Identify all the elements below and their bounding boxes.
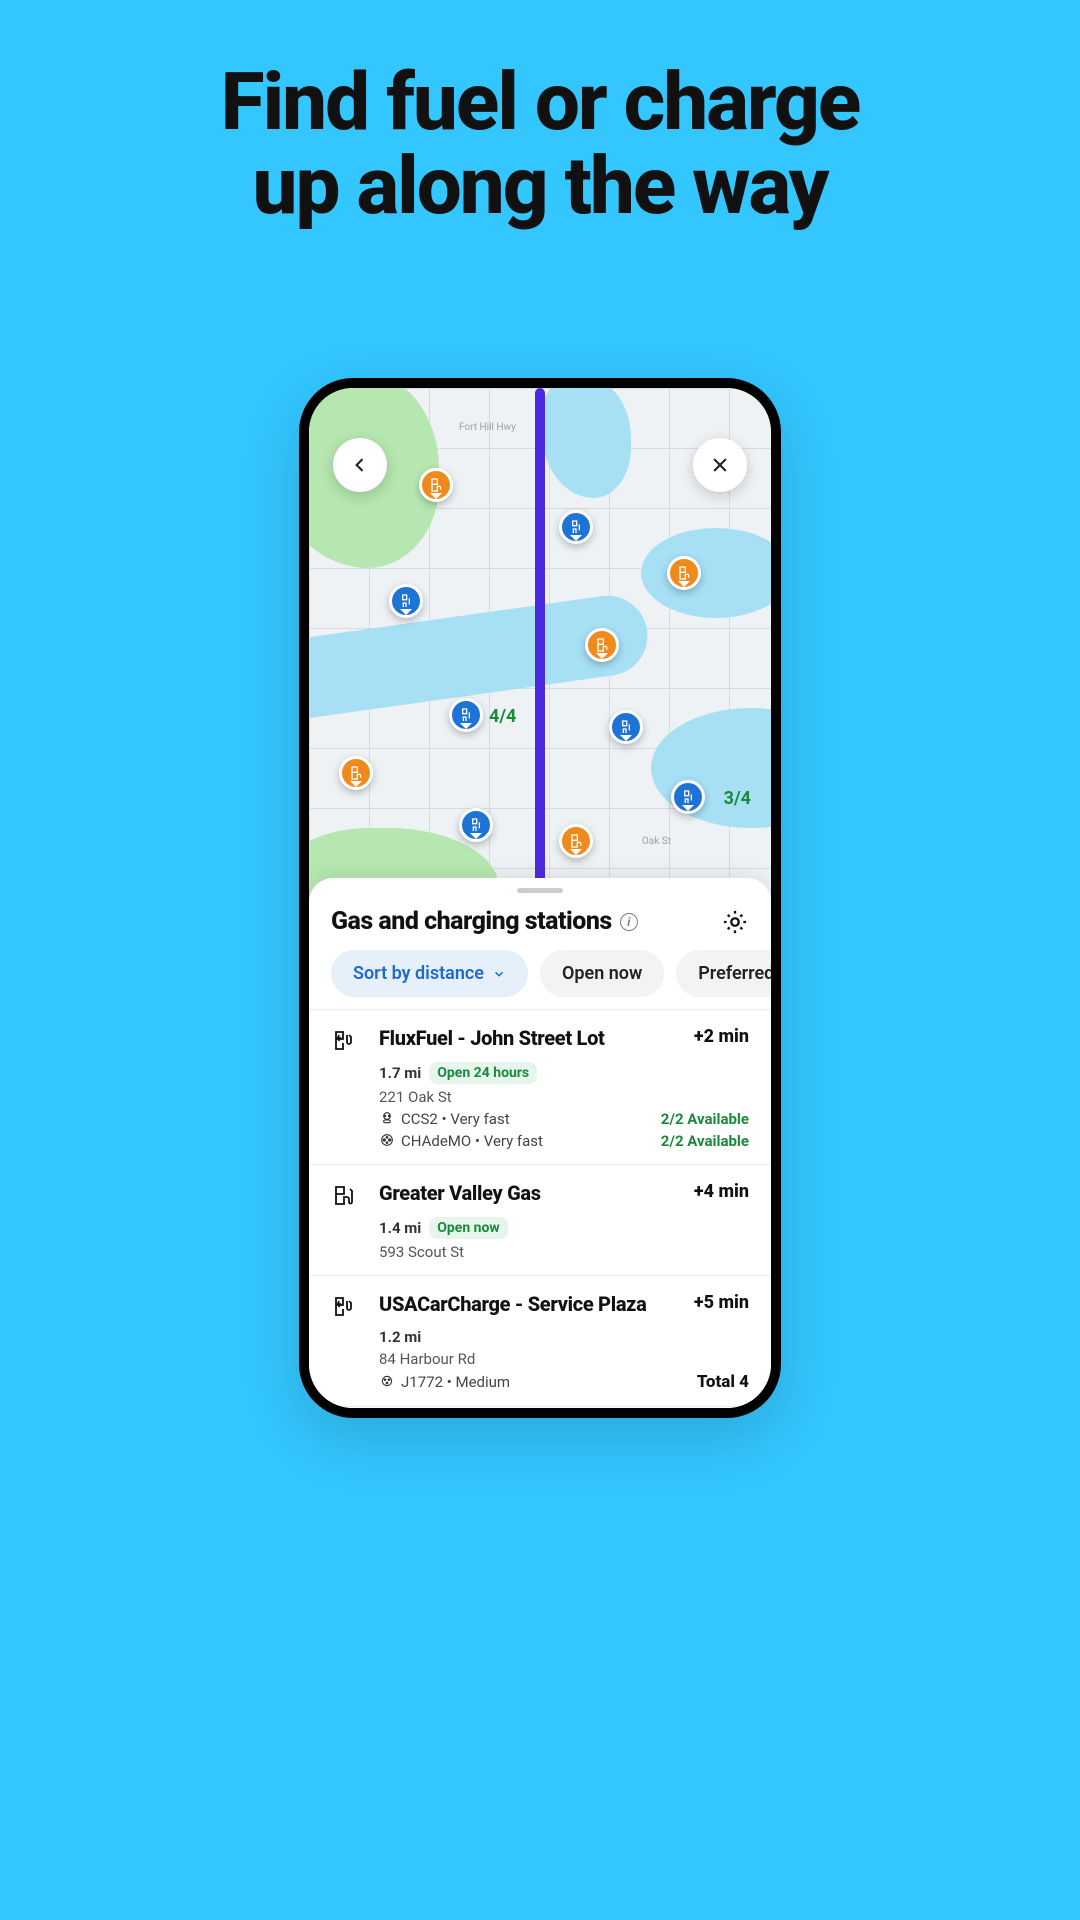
sheet-title: Gas and charging stations (331, 907, 612, 936)
charger-icon (618, 719, 634, 735)
sheet-grabber[interactable] (517, 888, 563, 893)
ev-charger-icon (331, 1026, 375, 1056)
close-icon (710, 455, 730, 475)
app-screen: Fort Hill Hwy Oak St 4/4 3/4 (309, 388, 771, 1408)
distance: 1.7 mi (379, 1064, 421, 1082)
preferred-brands-chip[interactable]: Preferred brands (676, 950, 771, 997)
station-item[interactable]: USACarCharge - Service Plaza +5 min 1.2 … (309, 1276, 771, 1407)
fuel-icon (568, 833, 584, 849)
open-now-chip[interactable]: Open now (540, 950, 664, 997)
map-pin-ev[interactable] (389, 584, 423, 618)
connector-row: CHAdeMO • Very fast 2/2 Available (379, 1132, 749, 1150)
promo-line-2: up along the way (252, 139, 827, 233)
open-hours-badge: Open now (429, 1217, 507, 1239)
chademo-icon (379, 1132, 395, 1148)
connector-row: CCS2 • Very fast 2/2 Available (379, 1110, 749, 1128)
sort-chip[interactable]: Sort by distance (331, 950, 528, 997)
settings-button[interactable] (721, 908, 749, 936)
ev-charger-icon (331, 1292, 375, 1322)
map-pin-gas[interactable] (559, 824, 593, 858)
distance: 1.2 mi (379, 1328, 421, 1346)
charger-icon (398, 593, 414, 609)
close-button[interactable] (693, 438, 747, 492)
address: 221 Oak St (379, 1088, 690, 1106)
map-water (651, 708, 771, 828)
route-line (535, 388, 545, 928)
sheet-header: Gas and charging stations i (309, 901, 771, 950)
promo-line-1: Find fuel or charge (221, 55, 859, 149)
promo-headline: Find fuel or charge up along the way (221, 60, 859, 228)
map-pin-gas[interactable] (667, 556, 701, 590)
results-sheet[interactable]: Gas and charging stations i Sort by dist… (309, 878, 771, 1408)
map-water (541, 388, 631, 498)
j1772-icon (379, 1373, 395, 1389)
station-name: FluxFuel - John Street Lot (379, 1026, 690, 1050)
sort-chip-label: Sort by distance (353, 963, 484, 984)
info-icon[interactable]: i (620, 913, 638, 931)
map-pin-ev[interactable] (459, 808, 493, 842)
fuel-icon (676, 565, 692, 581)
pin-availability: 3/4 (724, 788, 751, 809)
connector-label: CHAdeMO • Very fast (401, 1132, 543, 1150)
address: 593 Scout St (379, 1243, 690, 1261)
fuel-icon (428, 477, 444, 493)
charger-icon (458, 707, 474, 723)
fuel-icon (594, 637, 610, 653)
connector-row: J1772 • Medium Total 4 (379, 1372, 749, 1392)
map-pin-ev[interactable] (609, 710, 643, 744)
map-pin-gas[interactable] (419, 468, 453, 502)
ccs-icon (379, 1110, 395, 1126)
device-frame: Fort Hill Hwy Oak St 4/4 3/4 (299, 378, 781, 1418)
filter-chips: Sort by distance Open now Preferred bran… (309, 950, 771, 1009)
map-pin-gas[interactable] (339, 756, 373, 790)
chip-label: Preferred brands (698, 963, 771, 984)
connector-label: CCS2 • Very fast (401, 1110, 510, 1128)
map-pin-gas[interactable] (585, 628, 619, 662)
distance: 1.4 mi (379, 1219, 421, 1237)
station-item[interactable]: FluxFuel - John Street Lot +2 min 1.7 mi… (309, 1010, 771, 1165)
chevron-down-icon (492, 967, 506, 981)
station-item[interactable]: Greater Valley Gas +4 min 1.4 mi Open no… (309, 1165, 771, 1276)
charger-icon (680, 789, 696, 805)
availability: 2/2 Available (661, 1132, 749, 1150)
street-label: Fort Hill Hwy (459, 422, 516, 433)
street-label: Oak St (642, 836, 671, 847)
open-hours-badge: Open 24 hours (429, 1062, 537, 1084)
chevron-left-icon (350, 455, 370, 475)
map-pin-ev[interactable] (449, 698, 483, 732)
detour-time: +2 min (694, 1026, 749, 1056)
gear-icon (721, 908, 749, 936)
detour-time: +4 min (694, 1181, 749, 1211)
connector-label: J1772 • Medium (401, 1373, 510, 1391)
chip-label: Open now (562, 963, 642, 984)
map-pin-ev[interactable] (559, 510, 593, 544)
detour-time: +5 min (694, 1292, 749, 1322)
address: 84 Harbour Rd (379, 1350, 690, 1368)
station-list[interactable]: FluxFuel - John Street Lot +2 min 1.7 mi… (309, 1009, 771, 1408)
station-name: Greater Valley Gas (379, 1181, 690, 1205)
gas-pump-icon (331, 1181, 375, 1211)
charger-icon (568, 519, 584, 535)
charger-icon (468, 817, 484, 833)
station-name: USACarCharge - Service Plaza (379, 1292, 690, 1316)
availability: 2/2 Available (661, 1110, 749, 1128)
map-pin-ev[interactable] (671, 780, 705, 814)
map-water (641, 528, 771, 618)
total-connectors: Total 4 (697, 1372, 749, 1392)
back-button[interactable] (333, 438, 387, 492)
pin-availability: 4/4 (489, 706, 516, 727)
fuel-icon (348, 765, 364, 781)
